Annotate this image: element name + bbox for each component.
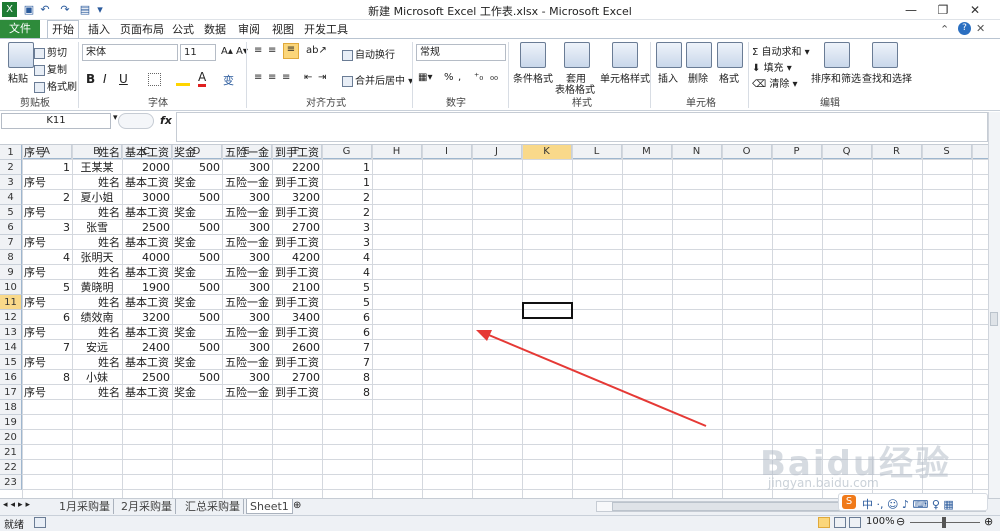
sheet-tab-active[interactable]: Sheet1: [246, 499, 293, 514]
horizontal-scroll-thumb[interactable]: [612, 502, 852, 511]
zoom-out-icon[interactable]: ⊖: [896, 515, 905, 528]
sheet-tab[interactable]: 汇总采购量: [182, 499, 244, 514]
vertical-scrollbar[interactable]: [988, 112, 1000, 498]
sheet-nav-icon[interactable]: ◂◂▸▸: [3, 500, 33, 510]
macro-record-icon[interactable]: [34, 517, 46, 528]
page-layout-view-icon[interactable]: [834, 517, 846, 528]
zoom-in-icon[interactable]: ⊕: [984, 515, 993, 528]
sheet-tab[interactable]: 1月采购量: [56, 499, 114, 514]
sheet-tab[interactable]: 2月采购量: [118, 499, 176, 514]
zoom-level: 100%: [866, 516, 895, 527]
watermark-url: jingyan.baidu.com: [768, 476, 879, 490]
red-arrow-line: [483, 332, 707, 427]
vertical-scroll-thumb[interactable]: [990, 312, 998, 326]
sogou-icon[interactable]: S: [842, 495, 856, 509]
zoom-slider-thumb[interactable]: [942, 517, 946, 528]
page-break-view-icon[interactable]: [849, 517, 861, 528]
new-sheet-icon[interactable]: ⊕: [293, 500, 301, 511]
normal-view-icon[interactable]: [818, 517, 830, 528]
ime-mode-icon[interactable]: 中 ·, ☺ ♪ ⌨ ♀ ▦: [862, 496, 954, 512]
status-ready: 就绪: [4, 520, 24, 531]
